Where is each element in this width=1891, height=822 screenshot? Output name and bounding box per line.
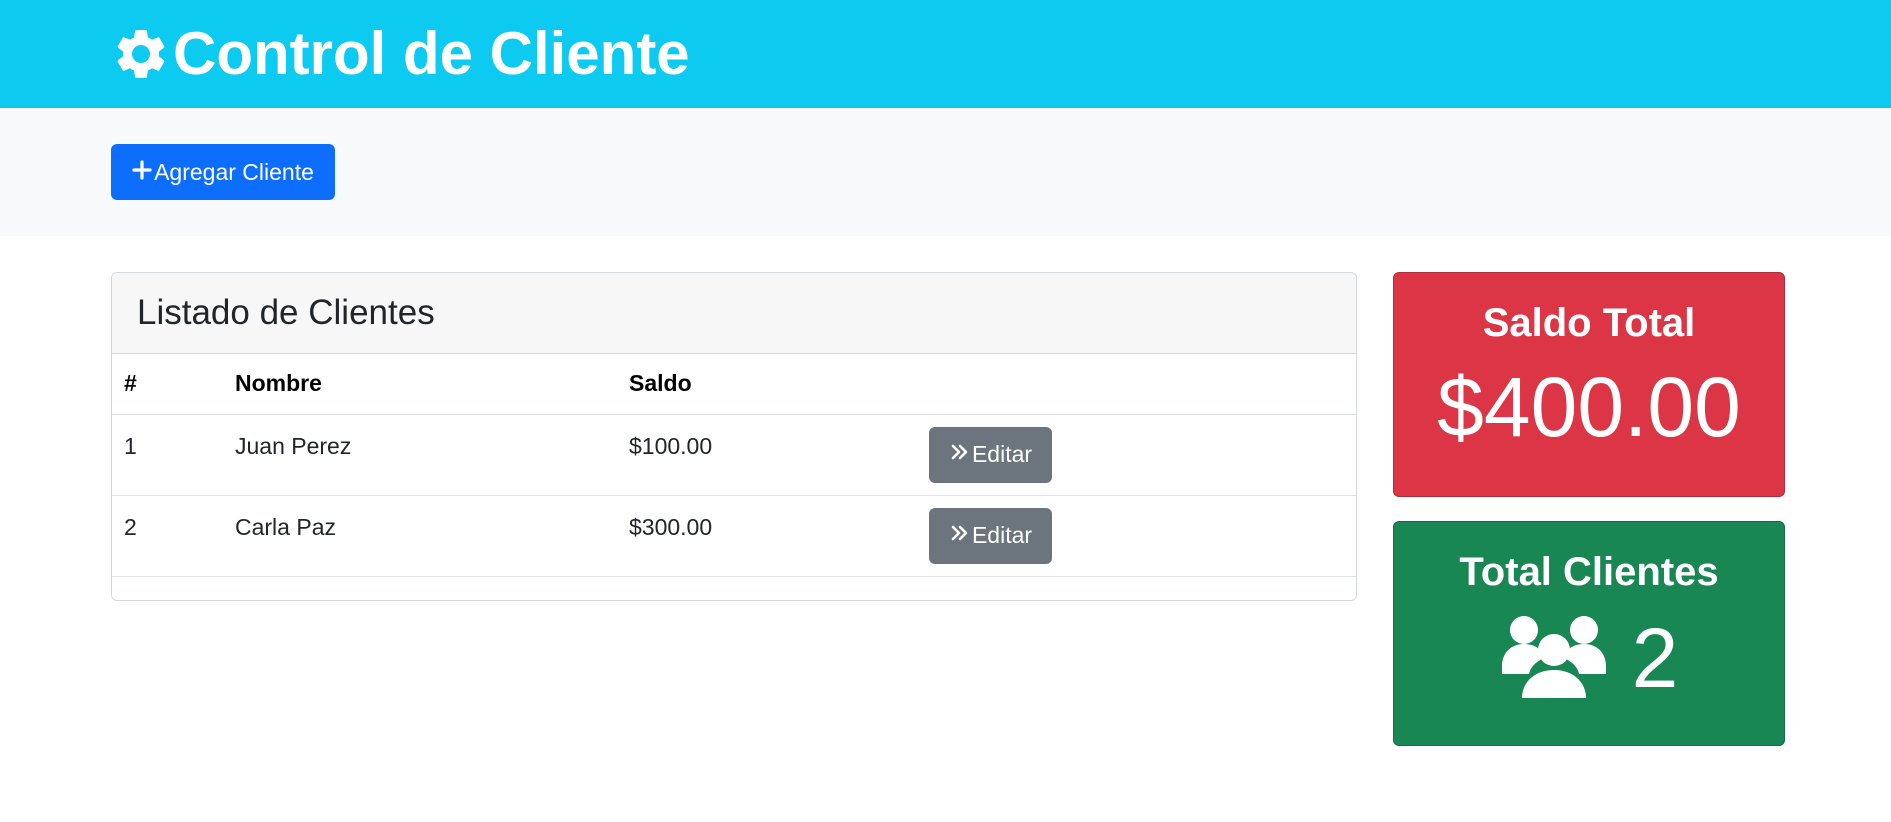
edit-button-label: Editar	[971, 441, 1033, 467]
edit-button-label: Editar	[971, 522, 1033, 548]
total-clients-title: Total Clientes	[1459, 550, 1719, 594]
table-header-row: # Nombre Saldo	[112, 354, 1356, 415]
table-row: 2 Carla Paz $300.00 Editar	[112, 495, 1356, 577]
column-header-actions	[927, 354, 1356, 415]
cell-name: Carla Paz	[223, 495, 617, 577]
edit-button[interactable]: Editar	[929, 426, 1052, 483]
double-chevron-right-icon	[949, 441, 972, 469]
table-row: 1 Juan Perez $100.00 Editar	[112, 414, 1356, 496]
cell-number: 2	[112, 495, 223, 577]
users-icon	[1500, 612, 1632, 703]
clients-card-header: Listado de Clientes	[112, 273, 1356, 354]
clients-table: # Nombre Saldo 1 Juan Perez $100.00 Edit…	[112, 354, 1356, 577]
cell-name: Juan Perez	[223, 414, 617, 496]
total-balance-title: Saldo Total	[1482, 301, 1696, 345]
page-title: Control de Cliente	[111, 16, 690, 92]
column-header-number: #	[112, 354, 223, 415]
cell-balance: $100.00	[617, 414, 927, 496]
page-title-text: Control de Cliente	[173, 20, 690, 87]
cell-number: 1	[112, 414, 223, 496]
total-clients-card: Total Clientes 2	[1393, 521, 1785, 746]
total-balance-card: Saldo Total $400.00	[1393, 272, 1785, 497]
total-balance-value: $400.00	[1437, 360, 1741, 454]
column-header-name: Nombre	[223, 354, 617, 415]
double-chevron-right-icon	[949, 522, 972, 550]
add-client-label: Agregar Cliente	[154, 158, 314, 185]
cell-actions: Editar	[927, 414, 1356, 496]
plus-icon	[132, 159, 154, 186]
edit-button[interactable]: Editar	[929, 507, 1052, 564]
gear-icon	[111, 24, 171, 84]
cell-actions: Editar	[927, 495, 1356, 577]
cell-balance: $300.00	[617, 495, 927, 577]
column-header-balance: Saldo	[617, 354, 927, 415]
total-clients-value: 2	[1631, 610, 1679, 705]
actions-bar: Agregar Cliente	[0, 108, 1891, 236]
app-header: Control de Cliente	[0, 0, 1891, 108]
clients-card-title: Listado de Clientes	[137, 293, 435, 332]
clients-card: Listado de Clientes # Nombre Saldo 1 Jua…	[111, 272, 1357, 601]
add-client-button[interactable]: Agregar Cliente	[111, 144, 335, 200]
